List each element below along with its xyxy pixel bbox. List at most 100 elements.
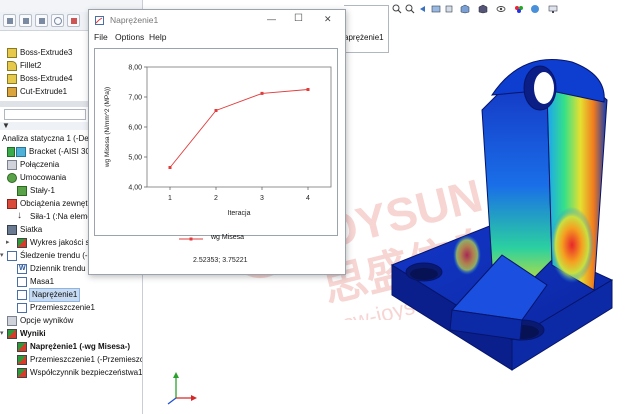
data-point bbox=[306, 88, 310, 91]
fixtures-icon bbox=[7, 173, 17, 183]
external-loads-icon bbox=[7, 199, 17, 209]
tree-item-label: Boss-Extrude3 bbox=[20, 48, 73, 57]
previous-view-icon[interactable] bbox=[418, 4, 428, 14]
tree-item-displacement-trend[interactable]: Przemieszczenie1 bbox=[0, 302, 142, 314]
display-manager-tab-icon[interactable] bbox=[67, 14, 80, 27]
force-arrow-icon: ↓ bbox=[17, 210, 22, 221]
feature-manager-tab-icon[interactable] bbox=[3, 14, 16, 27]
tree-item-result-displacement[interactable]: Przemieszczenie1 (-Przemieszcz bbox=[0, 354, 142, 366]
y-tick-label: 7,00 bbox=[128, 94, 142, 101]
heads-up-view-toolbar bbox=[392, 0, 638, 16]
tree-item-results[interactable]: ▾ Wyniki bbox=[0, 328, 142, 340]
plot-area bbox=[146, 66, 332, 188]
check-icon bbox=[7, 147, 15, 157]
filter-icon[interactable]: ▼ bbox=[2, 121, 10, 130]
tree-item-label: Boss-Extrude4 bbox=[20, 74, 73, 83]
tree-item-label: Fillet2 bbox=[20, 61, 42, 70]
close-button[interactable]: ✕ bbox=[324, 14, 332, 25]
tree-item-label: Współczynnik bezpieczeństwa1 bbox=[30, 368, 143, 377]
hide-show-items-icon[interactable] bbox=[496, 4, 506, 14]
chart-legend: wg Misesa bbox=[179, 234, 279, 244]
chart-panel: 4,00 5,00 6,00 7,00 8,00 1 2 3 4 wg Misesa (N/m… bbox=[94, 48, 338, 236]
y-tick-label: 6,00 bbox=[128, 124, 142, 131]
tree-item-result-stress[interactable]: Naprężenie1 (-wg Misesa-) bbox=[0, 341, 142, 353]
menu-file[interactable]: File bbox=[94, 32, 108, 42]
tree-item-label: Siatka bbox=[20, 225, 43, 234]
tree-item-label: Wyniki bbox=[20, 329, 46, 338]
menu-options[interactable]: Options bbox=[115, 32, 144, 42]
tree-item-result-options[interactable]: Opcje wyników bbox=[0, 315, 142, 327]
minimize-button[interactable]: — bbox=[267, 14, 276, 24]
section-view-icon[interactable] bbox=[431, 4, 441, 14]
data-point bbox=[260, 91, 264, 95]
displacement-plot-icon bbox=[17, 355, 27, 365]
maximize-button[interactable]: ☐ bbox=[294, 13, 303, 24]
stress-plot-icon bbox=[17, 342, 27, 352]
crosshair-icon[interactable] bbox=[51, 14, 64, 27]
filter-input[interactable] bbox=[4, 109, 86, 120]
coordinate-triad bbox=[162, 368, 198, 408]
view-settings-icon[interactable] bbox=[548, 4, 558, 14]
tree-item-label: Cut-Extrude1 bbox=[20, 87, 68, 96]
trend-graph-window[interactable]: Naprężenie1 — ☐ ✕ File Options Help 4,00… bbox=[88, 9, 346, 275]
extrude-icon bbox=[7, 48, 17, 58]
tree-item-label: Obciążenia zewnętr bbox=[20, 199, 91, 208]
expand-arrow-icon[interactable]: ▸ bbox=[6, 237, 10, 249]
fixed-geometry-icon bbox=[17, 186, 27, 196]
trend-graph-icon bbox=[17, 303, 27, 313]
tree-item-label: Umocowania bbox=[20, 173, 67, 182]
dynamic-annotation-icon[interactable] bbox=[444, 4, 454, 14]
tree-item-label: Dziennik trendu bbox=[30, 264, 86, 273]
tree-item-label: Wykres jakości si bbox=[30, 238, 92, 247]
trend-graph-icon bbox=[17, 290, 27, 300]
collapse-arrow-icon[interactable]: ▾ bbox=[0, 250, 4, 262]
tree-item-result-fos[interactable]: Współczynnik bezpieczeństwa1 bbox=[0, 367, 142, 379]
window-title: Naprężenie1 bbox=[110, 15, 159, 25]
legend-label: wg Misesa bbox=[211, 234, 245, 241]
configuration-manager-tab-icon[interactable] bbox=[35, 14, 48, 27]
window-title-bar[interactable]: Naprężenie1 — ☐ ✕ bbox=[89, 10, 345, 31]
menu-help[interactable]: Help bbox=[149, 32, 166, 42]
x-tick-label: 3 bbox=[260, 195, 264, 202]
x-axis-label: Iteracja bbox=[228, 210, 251, 217]
part-icon bbox=[16, 147, 26, 157]
zoom-to-area-icon[interactable] bbox=[405, 4, 415, 14]
x-tick-label: 1 bbox=[168, 195, 172, 202]
y-tick-label: 5,00 bbox=[128, 154, 142, 161]
fillet-icon bbox=[7, 61, 17, 71]
x-tick-label: 4 bbox=[306, 195, 310, 202]
trend-chart: 4,00 5,00 6,00 7,00 8,00 1 2 3 4 wg Misesa (N/m… bbox=[104, 64, 332, 217]
view-orientation-icon[interactable] bbox=[460, 4, 470, 14]
tree-item-label: Masa1 bbox=[30, 277, 55, 286]
tree-item-label-selected: Naprężenie1 bbox=[28, 288, 81, 302]
tree-item-label: Stały-1 bbox=[30, 186, 55, 195]
collapse-arrow-icon[interactable]: ▾ bbox=[0, 328, 4, 340]
property-manager-tab-icon[interactable] bbox=[19, 14, 32, 27]
apply-scene-icon[interactable] bbox=[530, 4, 540, 14]
result-options-icon bbox=[7, 316, 17, 326]
bracket-3d-model-stress-plot[interactable] bbox=[372, 40, 622, 390]
results-folder-icon bbox=[7, 329, 17, 339]
legend-line-icon bbox=[179, 237, 203, 241]
cursor-readout: 2.52353; 3.75221 bbox=[193, 257, 248, 264]
connections-icon bbox=[7, 160, 17, 170]
edit-appearance-icon[interactable] bbox=[514, 4, 524, 14]
journal-icon: W bbox=[17, 264, 27, 274]
display-style-icon[interactable] bbox=[478, 4, 488, 14]
x-tick-label: 2 bbox=[214, 195, 218, 202]
tree-item-label: Opcje wyników bbox=[20, 316, 74, 325]
tree-item-mass[interactable]: Masa1 bbox=[0, 276, 142, 288]
cut-extrude-icon bbox=[7, 87, 17, 97]
zoom-to-fit-icon[interactable] bbox=[392, 4, 402, 14]
data-point bbox=[214, 109, 218, 112]
window-menu-bar: File Options Help bbox=[89, 31, 345, 44]
study-title: Analiza statyczna 1 (-De bbox=[2, 134, 89, 143]
tree-item-label: Naprężenie1 (-wg Misesa-) bbox=[30, 342, 131, 351]
mesh-quality-plot-icon bbox=[17, 238, 27, 248]
trend-tracker-icon bbox=[7, 251, 17, 261]
tree-item-label: Przemieszczenie1 (-Przemieszcz bbox=[30, 355, 143, 364]
tree-item-label: Przemieszczenie1 bbox=[30, 303, 95, 312]
data-point bbox=[168, 166, 172, 169]
tree-item-label: Śledzenie trendu (- bbox=[20, 251, 88, 260]
tree-item-stress-trend[interactable]: Naprężenie1 bbox=[0, 288, 142, 302]
